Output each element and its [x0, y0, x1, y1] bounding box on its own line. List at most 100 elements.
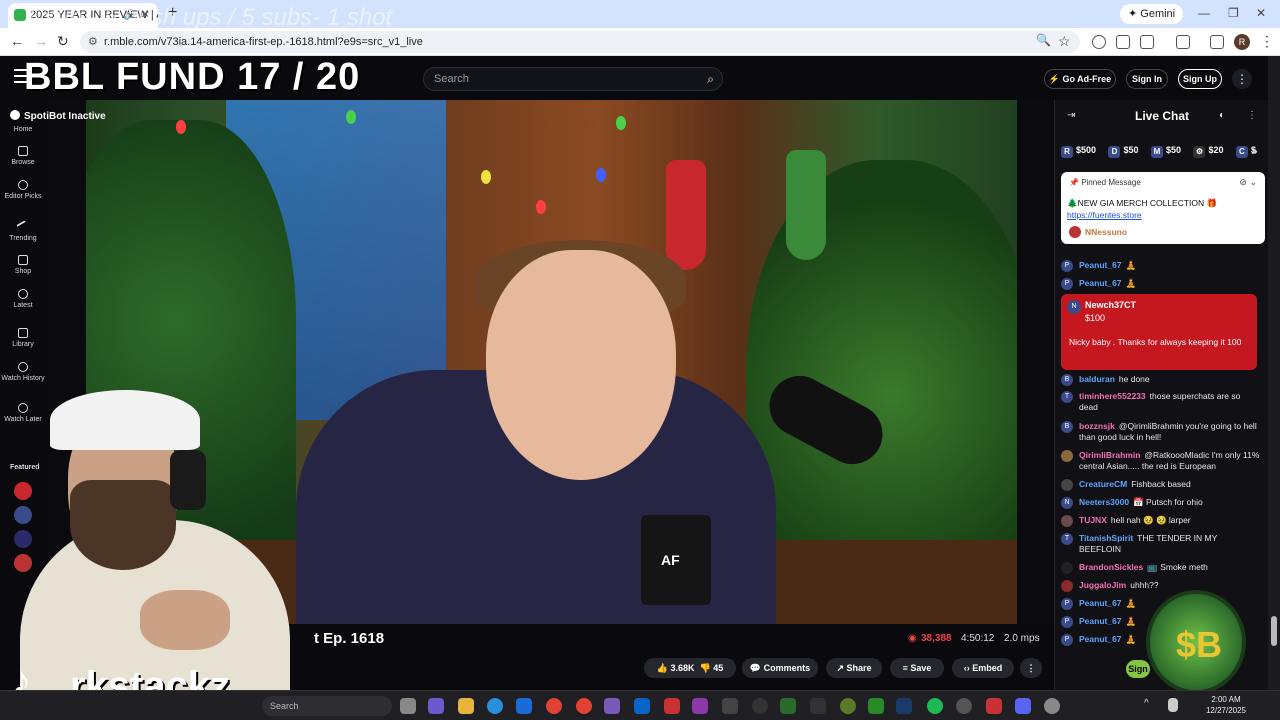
app-icon[interactable] [604, 698, 620, 714]
go-ad-free-button[interactable]: ⚡ Go Ad-Free [1044, 69, 1116, 89]
reload-icon[interactable]: ↻ [57, 33, 69, 50]
bookmark-star-icon[interactable]: ☆ [1058, 33, 1071, 50]
chat-username[interactable]: TUJNX [1079, 515, 1107, 525]
save-button[interactable]: ≡ Save [890, 658, 944, 678]
site-info-icon[interactable]: ⚙ [88, 31, 98, 53]
rant-chip[interactable]: M $50 [1149, 142, 1185, 158]
mail-icon[interactable] [516, 698, 532, 714]
chat-username[interactable]: CreatureCM [1079, 479, 1127, 489]
edge-icon[interactable] [487, 698, 503, 714]
chat-username[interactable]: Neeters3000 [1079, 497, 1129, 507]
steam-icon[interactable] [896, 698, 912, 714]
back-icon[interactable]: ← [10, 33, 24, 49]
page-scrollbar[interactable] [1268, 56, 1280, 690]
pinned-message-link[interactable]: https://fuentes.store [1067, 210, 1142, 220]
address-bar[interactable]: ⚙ r​.mble.com/v73ia​.14-america-first-ep… [80, 31, 1080, 53]
extension-a-icon[interactable] [1092, 35, 1106, 49]
spotify-icon[interactable] [927, 698, 943, 714]
app-icon[interactable] [752, 698, 768, 714]
app-icon[interactable] [692, 698, 708, 714]
thumbs-up-icon[interactable]: 👍 [657, 663, 668, 673]
maximize-icon[interactable]: ❐ [1228, 6, 1239, 20]
thumbs-down-icon[interactable]: 👎 [700, 663, 711, 673]
gemini-button[interactable]: ✦ Gemini [1120, 4, 1184, 24]
extensions-puzzle-icon[interactable] [1140, 35, 1154, 49]
embed-button[interactable]: ‹› Embed [952, 658, 1014, 678]
video-more-icon[interactable]: ⋮ [1020, 658, 1042, 678]
extension-icon[interactable] [1116, 35, 1130, 49]
share-button[interactable]: ↗ Share [826, 658, 882, 678]
microphone-icon[interactable] [1168, 698, 1178, 712]
app-icon[interactable] [986, 698, 1002, 714]
chat-username[interactable]: JuggaloJim [1079, 580, 1126, 590]
chrome-icon[interactable] [576, 698, 592, 714]
chat-username[interactable]: bozznsjk [1079, 421, 1115, 431]
browser-menu-icon[interactable]: ⋮ [1260, 33, 1274, 50]
discord-icon[interactable] [1015, 698, 1031, 714]
app-icon[interactable] [840, 698, 856, 714]
sidebar-item-library[interactable]: Library [0, 328, 46, 349]
site-search-input[interactable]: Search ⌕ [423, 67, 723, 91]
taskbar-clock[interactable]: 2:00 AM 12/27/2025 [1196, 694, 1256, 716]
outlook-icon[interactable] [634, 698, 650, 714]
chat-username[interactable]: BrandonSickles [1079, 562, 1143, 572]
app-icon[interactable] [868, 698, 884, 714]
rant-username[interactable]: Newch37CT [1085, 300, 1136, 310]
cast-icon[interactable] [1176, 35, 1190, 49]
rant-chip[interactable]: ⚙ $20 [1191, 142, 1227, 158]
search-icon[interactable]: ⌕ [707, 68, 714, 90]
task-view-icon[interactable] [400, 698, 416, 714]
app-icon[interactable] [956, 698, 972, 714]
chat-username[interactable]: Peanut_67 [1079, 616, 1122, 626]
pinned-user[interactable]: NNessuno [1085, 227, 1127, 237]
more-options-icon[interactable]: ⋮ [1232, 69, 1252, 89]
scrollbar-thumb[interactable] [1271, 616, 1277, 646]
rants-next-icon[interactable]: » [1251, 144, 1258, 158]
sign-in-button[interactable]: Sign In [1126, 69, 1168, 89]
chevron-down-icon[interactable]: ⌄ [1249, 177, 1257, 187]
chat-username[interactable]: QirimliBrahmin [1079, 450, 1140, 460]
chat-username[interactable]: Peanut_67 [1079, 278, 1122, 288]
reading-list-icon[interactable] [1210, 35, 1224, 49]
profile-avatar[interactable]: R [1234, 34, 1250, 50]
chat-username[interactable]: Peanut_67 [1079, 260, 1122, 270]
forward-icon[interactable]: → [34, 33, 48, 49]
chrome-icon[interactable] [546, 698, 562, 714]
hide-pinned-icon[interactable]: ⊘ [1239, 177, 1247, 187]
excel-icon[interactable] [780, 698, 796, 714]
app-icon[interactable] [810, 698, 826, 714]
chat-username[interactable]: Peanut_67 [1079, 634, 1122, 644]
dislike-count[interactable]: 45 [713, 663, 723, 673]
file-explorer-icon[interactable] [458, 698, 474, 714]
sidebar-item-latest[interactable]: Latest [0, 289, 46, 310]
zoom-icon[interactable]: 🔍 [1036, 33, 1051, 47]
chat-sign-in-button[interactable]: Sign [1126, 660, 1150, 678]
chat-username[interactable]: balduran [1079, 374, 1115, 384]
chat-username[interactable]: timinhere552233 [1079, 391, 1146, 401]
rant-chip[interactable]: R $500 [1059, 142, 1100, 158]
sidebar-item-browse[interactable]: Browse [0, 146, 46, 167]
settings-gear-icon[interactable] [1044, 698, 1060, 714]
video-scene [486, 250, 676, 480]
sidebar-item-home[interactable]: Home [0, 126, 46, 134]
sign-up-button[interactable]: Sign Up [1178, 69, 1222, 89]
sidebar-item-editor-picks[interactable]: Editor Picks [0, 180, 46, 201]
chat-username[interactable]: TitanishSpirit [1079, 533, 1133, 543]
video-scene [596, 168, 606, 182]
comments-button[interactable]: 💬 Comments [742, 658, 818, 678]
sign-up-label: Sign Up [1183, 74, 1217, 84]
chat-username[interactable]: Peanut_67 [1079, 598, 1122, 608]
rant-chip[interactable]: D $50 [1106, 142, 1142, 158]
app-icon[interactable] [722, 698, 738, 714]
minimize-icon[interactable]: — [1198, 6, 1210, 20]
app-icon[interactable] [664, 698, 680, 714]
like-count[interactable]: 3.68K [670, 663, 694, 673]
taskbar-search-input[interactable]: Search [262, 696, 392, 716]
tray-chevron-icon[interactable]: ^ [1144, 698, 1154, 714]
sidebar-item-shop[interactable]: Shop [0, 255, 46, 276]
chat-more-icon[interactable]: ⋮ [1247, 110, 1257, 121]
chat-toggle-icon[interactable]: ◐ [1219, 110, 1225, 121]
sidebar-item-trending[interactable]: Trending [0, 220, 46, 243]
copilot-icon[interactable] [428, 698, 444, 714]
close-window-icon[interactable]: ✕ [1256, 6, 1266, 20]
